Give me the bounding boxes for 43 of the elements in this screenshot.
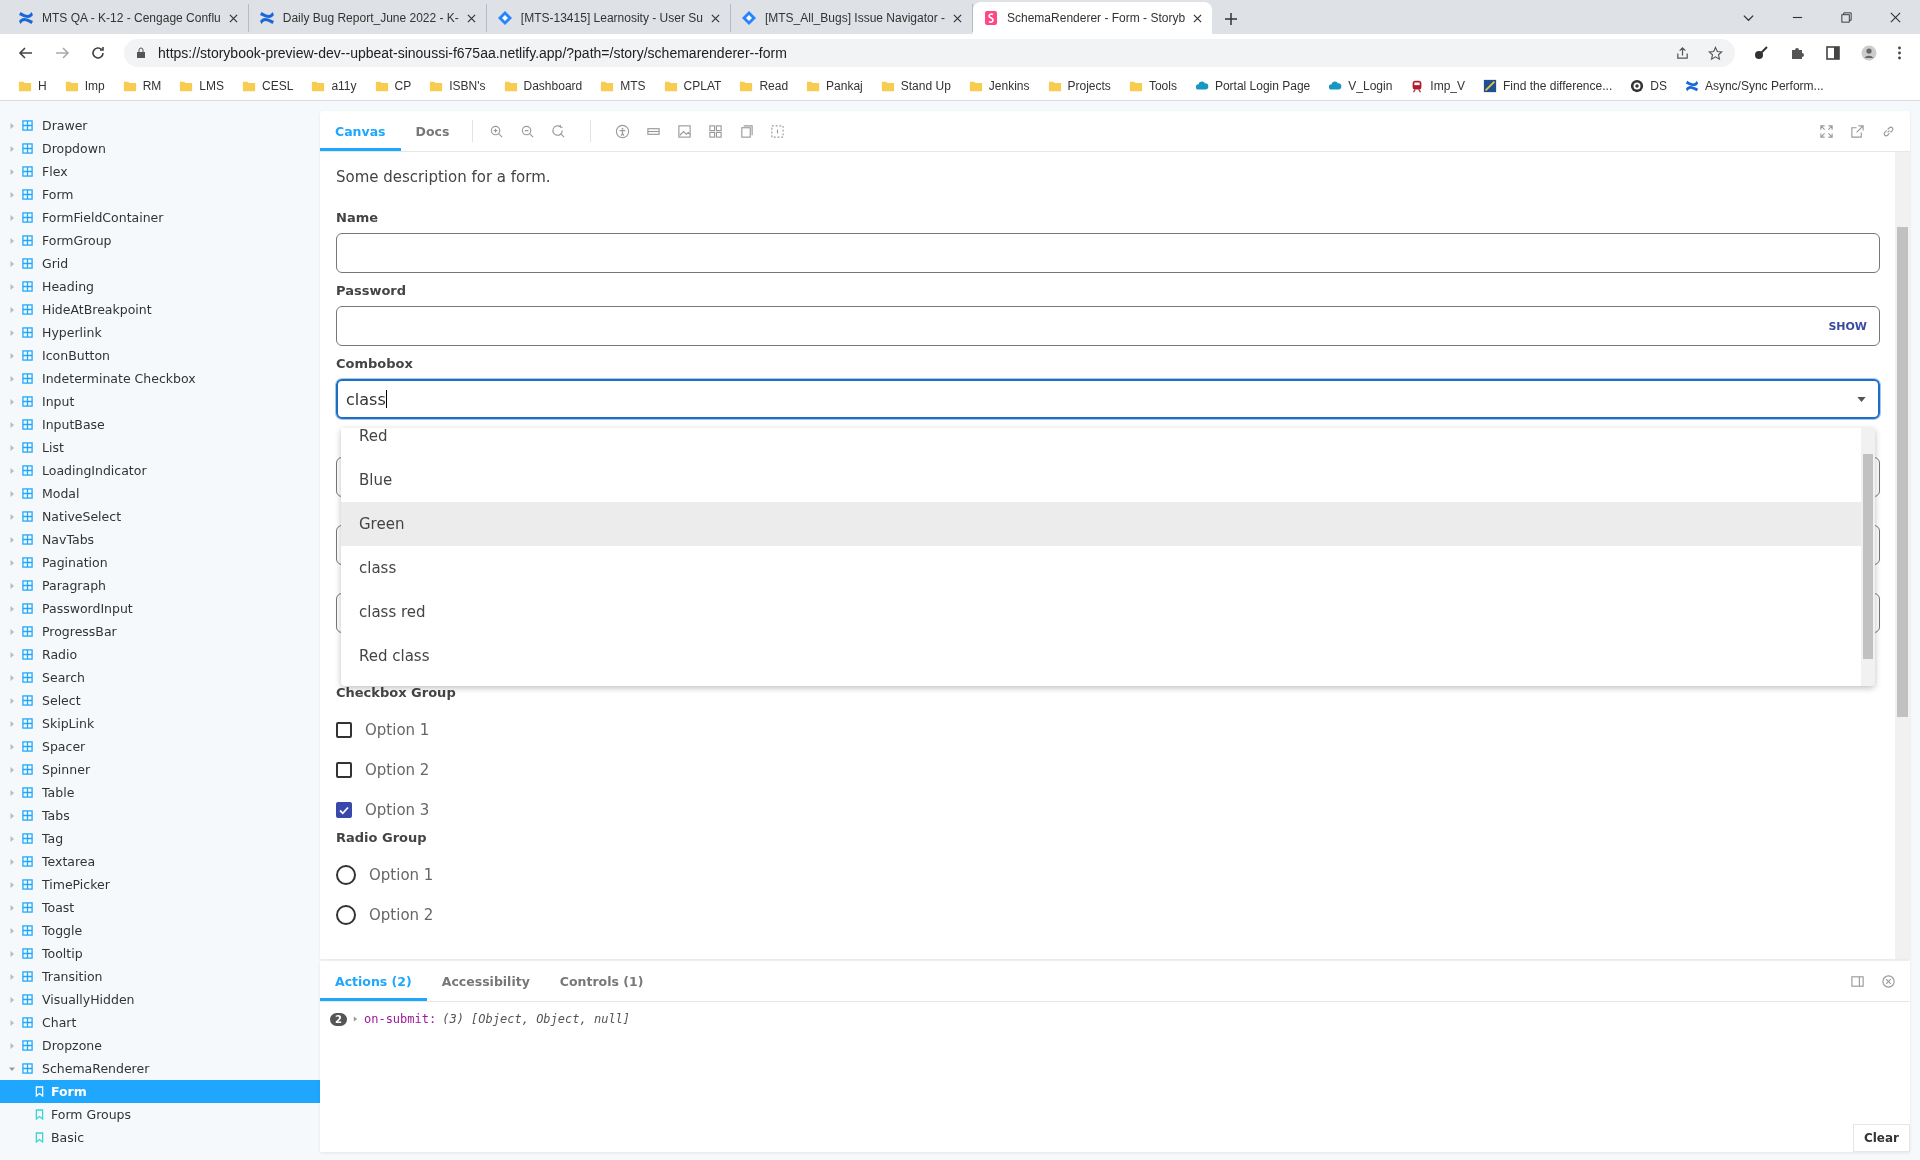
tab-title: [MTS_All_Bugs] Issue Navigator - — [764, 11, 945, 25]
field-label: Name — [336, 210, 379, 225]
option-label: Option 2 — [369, 906, 434, 924]
bookmark-label: ISBN's — [449, 79, 486, 93]
bookmark-label: Find the difference... — [1503, 79, 1613, 93]
option-label: Option 1 — [365, 721, 430, 739]
count-badge: 2 — [330, 1012, 347, 1026]
bookmark-label: Tools — [1148, 79, 1177, 93]
bookmark-label: Imp — [84, 79, 105, 93]
bookmark-label: Async/Sync Perform... — [1704, 79, 1824, 93]
bookmark-label: Dashboard — [523, 79, 583, 93]
bookmark-label: CESL — [262, 79, 294, 93]
bookmark-label: Read — [759, 79, 789, 93]
action-name: on-submit: — [363, 1012, 437, 1026]
bookmark-label: Stand Up — [900, 79, 951, 93]
field-label: Combobox — [336, 356, 414, 371]
tab-title: SchemaRenderer - Form - Storyb — [1007, 11, 1186, 25]
bookmark-label: V_Login — [1348, 79, 1393, 93]
tab-title: Daily Bug Report_June 2022 - K- — [282, 11, 459, 25]
group-label: Radio Group — [336, 830, 428, 845]
option-label: Option 1 — [369, 866, 434, 884]
form-description: Some description for a form. — [336, 168, 552, 186]
bookmark-label: MTS — [620, 79, 646, 93]
tab-title: MTS QA - K-12 - Cengage Conflu — [42, 11, 221, 25]
bookmark-label: CP — [394, 79, 412, 93]
bookmark-label: Imp_V — [1430, 79, 1466, 93]
bookmark-label: RM — [142, 79, 162, 93]
bookmark-label: Jenkins — [988, 79, 1030, 93]
option-label: Option 2 — [365, 761, 430, 779]
tab-title: [MTS-13415] Learnosity - User Su — [520, 11, 703, 25]
url-text: https://storybook-preview-dev--upbeat-sinoussi-f675aa.netlify.app/?path=/story/schemarenderer--form — [158, 45, 787, 61]
bookmark-label: H — [38, 79, 47, 93]
action-args: (3) [Object, Object, null] — [442, 1012, 631, 1026]
bookmark-label: a11y — [331, 79, 357, 93]
group-label: Checkbox Group — [336, 685, 457, 700]
bookmark-label: LMS — [199, 79, 225, 93]
bookmark-label: CPLAT — [683, 79, 722, 93]
bookmark-label: DS — [1650, 79, 1667, 93]
option-label: Option 3 — [365, 801, 430, 819]
bookmark-label: Pankaj — [826, 79, 863, 93]
field-label: Password — [336, 283, 408, 298]
bookmark-label: Portal Login Page — [1214, 79, 1311, 93]
bookmark-label: Projects — [1067, 79, 1111, 93]
